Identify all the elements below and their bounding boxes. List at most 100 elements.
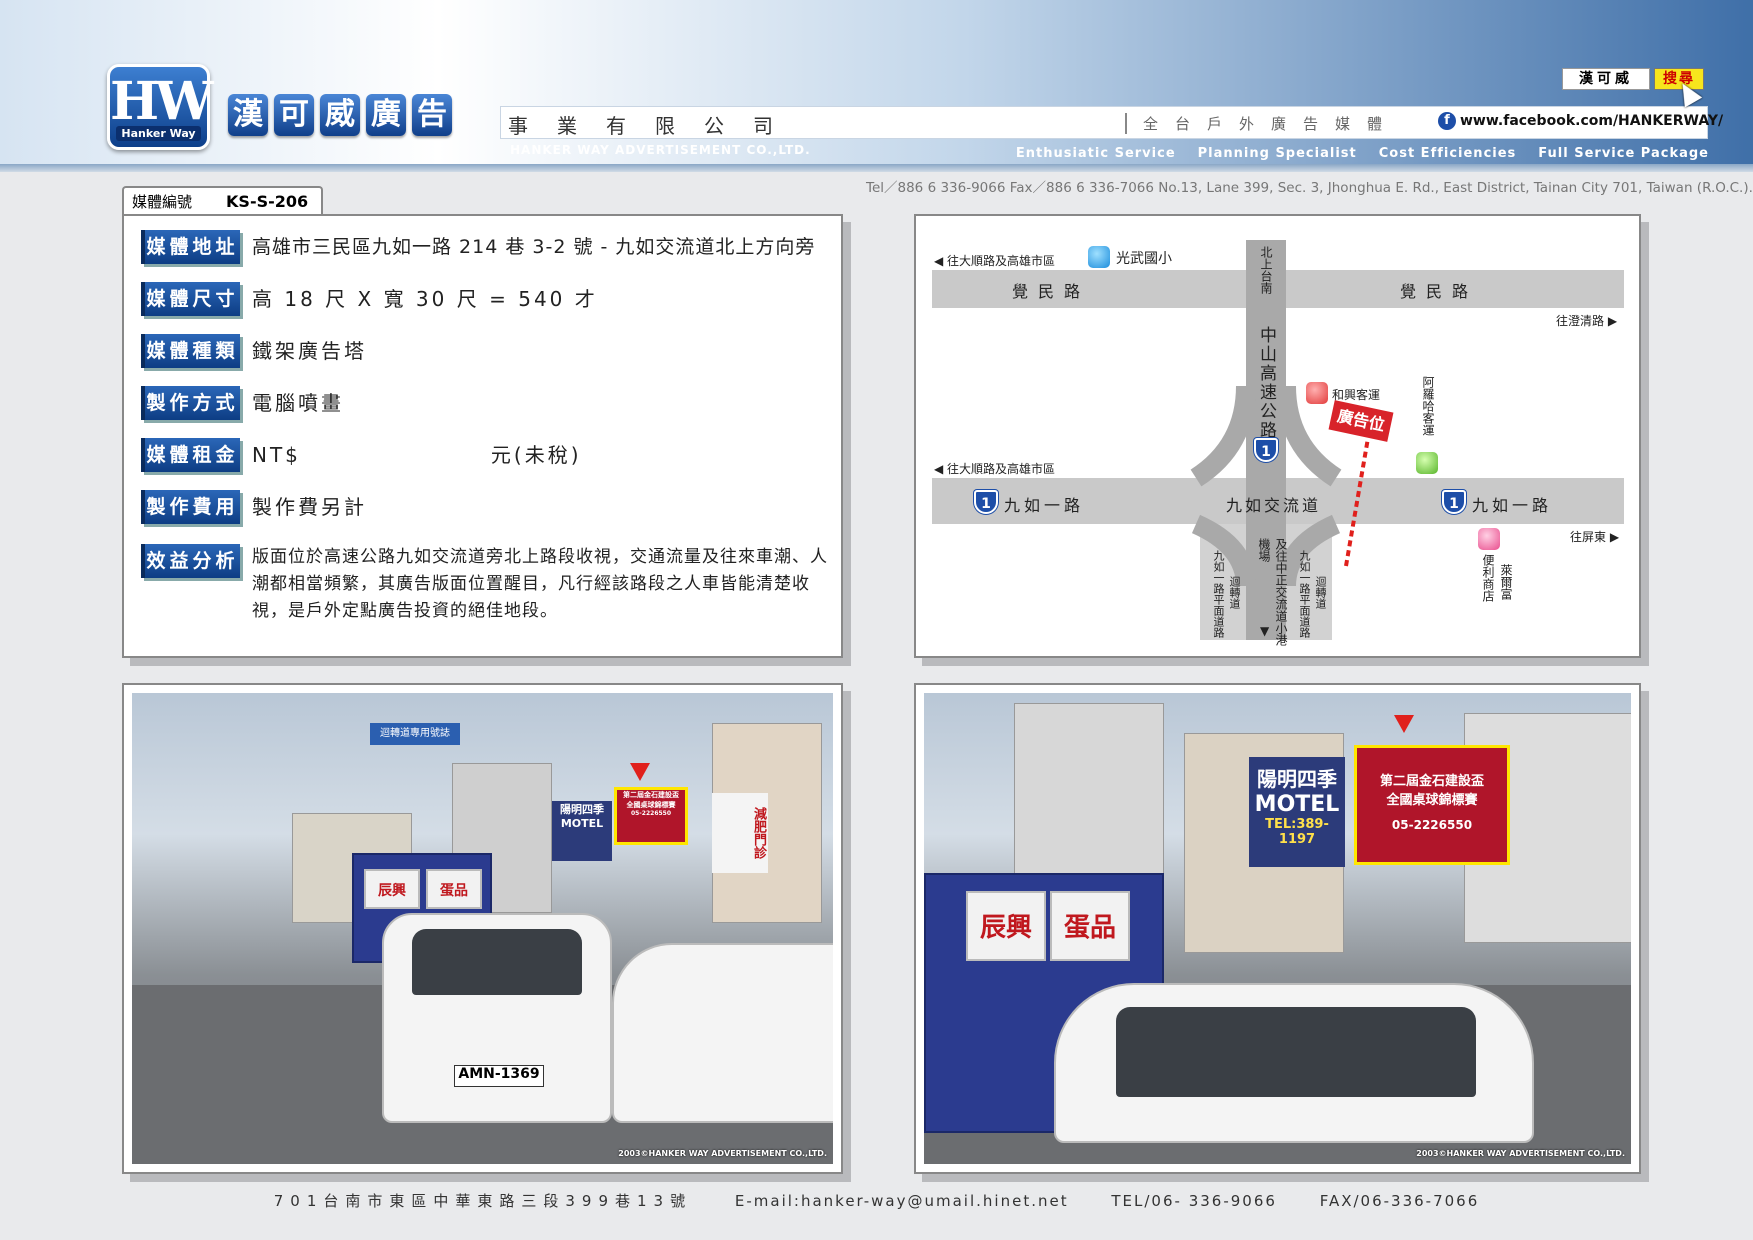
media-number: KS-S-206	[226, 191, 309, 211]
map-road-label: 覺民路	[1400, 282, 1479, 301]
info-row-address: 媒體地址 高雄市三民區九如一路 214 巷 3-2 號 - 九如交流道北上方向旁	[141, 230, 815, 264]
map-store-label: 便利商店	[1481, 554, 1495, 602]
white-suv: AMN-1369	[382, 913, 612, 1123]
rent-unit: 元(未稅)	[490, 443, 582, 467]
info-value: 製作費另計	[252, 495, 367, 519]
white-suv	[1054, 983, 1534, 1143]
footer-tel: TEL/06- 336-9066	[1111, 1192, 1277, 1210]
billboard-arrow-icon	[630, 763, 650, 781]
map-school-label: 光武國小	[1116, 251, 1172, 267]
map-ramp-label: 迴轉道	[1228, 576, 1241, 609]
rent-currency: NT$	[252, 443, 301, 467]
map-arrow-down: ▼	[1260, 624, 1270, 638]
map-arrow-label: ◀ 往大順路及高雄市區	[934, 254, 1056, 268]
billboard-arrow-icon	[1394, 715, 1414, 733]
page-footer: 701台南市東區中華東路三段399巷13號 E-mail:hanker-way@…	[0, 1190, 1753, 1211]
info-row-rent: 媒體租金 NT$ 元(未稅)	[141, 438, 582, 472]
billboard: 第二屆金石建設盃 全國桌球錦標賽 05-2226550	[614, 787, 688, 845]
map-arrow-label: 往屏東 ▶	[1570, 530, 1620, 544]
route-shield-icon: 1	[974, 490, 998, 514]
info-value: 高雄市三民區九如一路 214 巷 3-2 號 - 九如交流道北上方向旁	[252, 236, 816, 258]
info-label: 效益分析	[141, 544, 240, 578]
map-ramp-label: 九如一路平面道路	[1212, 550, 1225, 638]
route-shield-icon: 1	[1442, 490, 1466, 514]
info-row-analysis: 效益分析 版面位於高速公路九如交流道旁北上路段收視，交通流量及往來車潮、人潮都相…	[141, 544, 832, 625]
footer-email[interactable]: E-mail:hanker-way@umail.hinet.net	[735, 1192, 1069, 1210]
info-panel: 媒體地址 高雄市三民區九如一路 214 巷 3-2 號 - 九如交流道北上方向旁…	[122, 214, 843, 658]
photo-copyright: 2003©HANKER WAY ADVERTISEMENT CO.,LTD.	[1416, 1149, 1625, 1158]
info-row-type: 媒體種類 鐵架廣告塔	[141, 334, 367, 368]
info-label: 媒體地址	[141, 230, 240, 264]
motel-sign: 陽明四季 MOTEL	[552, 801, 612, 861]
footer-address: 701台南市東區中華東路三段399巷13號	[273, 1192, 693, 1210]
clinic-sign: 減肥門診	[712, 793, 768, 873]
highway-shield-icon: 1	[1254, 438, 1278, 462]
map-road-label: 覺民路	[1012, 282, 1091, 301]
brand-name: 漢 可 威 廣 告	[228, 94, 452, 136]
media-label: 全台戶外廣告媒體	[1125, 113, 1399, 134]
site-photo-wide[interactable]: 迴轉道專用號誌 陽明四季 MOTEL 第二屆金石建設盃 全國桌球錦標賽 05-22…	[132, 693, 833, 1164]
map-ramp-label: 迴轉道	[1314, 576, 1327, 609]
info-value: 版面位於高速公路九如交流道旁北上路段收視，交通流量及往來車潮、人潮都相當頻繁，其…	[252, 547, 828, 621]
company-suffix: 事業有限公司	[508, 114, 802, 138]
facebook-link[interactable]: f www.facebook.com/HANKERWAY/	[1438, 112, 1723, 130]
info-label: 製作費用	[141, 490, 240, 524]
info-value: 電腦噴畫	[252, 391, 344, 415]
map-road-label: 九如一路	[1004, 496, 1085, 515]
media-number-label: 媒體編號	[132, 192, 193, 211]
service-item: Full Service Package	[1538, 146, 1709, 161]
info-row-size: 媒體尺寸 高 18 尺 X 寬 30 尺 = 540 才	[141, 282, 598, 316]
photo-copyright: 2003©HANKER WAY ADVERTISEMENT CO.,LTD.	[618, 1149, 827, 1158]
footer-fax: FAX/06-336-7066	[1319, 1192, 1480, 1210]
logo-text: HW	[110, 71, 214, 132]
info-label: 製作方式	[141, 386, 240, 420]
info-label: 媒體租金	[141, 438, 240, 472]
info-value: 高 18 尺 X 寬 30 尺 = 540 才	[252, 287, 598, 311]
map-store-label: 萊爾富	[1499, 564, 1513, 600]
company-english-name: HANKER WAY ADVERTISEMENT CO.,LTD.	[510, 143, 811, 157]
turn-lane-sign: 迴轉道專用號誌	[370, 723, 460, 745]
billboard: 第二屆金石建設盃 全國桌球錦標賽 05-2226550	[1354, 745, 1510, 865]
search-input[interactable]: 漢可威	[1562, 68, 1650, 90]
brand-char: 可	[274, 94, 314, 136]
map-interchange-label: 九如交流道	[1226, 496, 1322, 515]
logo-subtitle: Hanker Way	[116, 126, 201, 141]
map-highway-label: 中山高速公路	[1256, 326, 1276, 440]
white-car	[612, 943, 833, 1123]
site-photo-close[interactable]: 陽明四季 MOTEL TEL:389-1197 第二屆金石建設盃 全國桌球錦標賽…	[924, 693, 1631, 1164]
facebook-icon: f	[1438, 112, 1456, 130]
map-arrow-label: 往澄清路 ▶	[1556, 314, 1618, 328]
info-row-production: 製作方式 電腦噴畫	[141, 386, 344, 420]
motel-sign: 陽明四季 MOTEL TEL:389-1197	[1249, 757, 1345, 867]
map-bus-label: 阿羅哈客運	[1421, 376, 1435, 436]
company-logo[interactable]: HW Hanker Way	[107, 64, 214, 150]
info-value: 鐵架廣告塔	[252, 339, 367, 363]
map-road-label: 九如一路	[1472, 496, 1553, 515]
building	[1014, 703, 1164, 883]
map-ramp-label: 九如一路平面道路	[1298, 550, 1311, 638]
brand-char: 廣	[366, 94, 406, 136]
contact-line: Tel／886 6 336-9066 Fax／886 6 336-7066 No…	[866, 180, 1753, 196]
page-header: HW Hanker Way 漢 可 威 廣 告 事業有限公司 全台戶外廣告媒體 …	[0, 0, 1753, 172]
bus-station-icon	[1416, 452, 1438, 474]
map-direction-label: 北上台南	[1259, 246, 1273, 294]
info-row-fee: 製作費用 製作費另計	[141, 490, 367, 524]
photo-panel-right: 陽明四季 MOTEL TEL:389-1197 第二屆金石建設盃 全國桌球錦標賽…	[914, 683, 1641, 1174]
brand-char: 漢	[228, 94, 268, 136]
bus-station-icon	[1306, 382, 1328, 404]
service-item: Enthusiatic Service	[1015, 146, 1176, 161]
info-label: 媒體尺寸	[141, 282, 240, 316]
school-icon	[1088, 246, 1110, 268]
location-map: ◀ 往大順路及高雄市區 光武國小 覺民路 覺民路 往澄清路 ▶ 北上台南 中山高…	[914, 214, 1641, 658]
photo-panel-left: 迴轉道專用號誌 陽明四季 MOTEL 第二屆金石建設盃 全國桌球錦標賽 05-22…	[122, 683, 843, 1174]
info-value: NT$ 元(未稅)	[252, 438, 582, 472]
map-bottom-label: 及往中正交流道小港機場	[1257, 538, 1288, 646]
service-item: Planning Specialist	[1197, 146, 1357, 161]
brand-char: 威	[320, 94, 360, 136]
media-number-tab: 媒體編號 KS-S-206	[122, 186, 323, 214]
map-arrow-label: ◀ 往大順路及高雄市區	[934, 462, 1056, 476]
info-label: 媒體種類	[141, 334, 240, 368]
services-list: Enthusiatic Service Planning Specialist …	[1016, 146, 1709, 161]
facebook-url: www.facebook.com/HANKERWAY/	[1460, 113, 1724, 129]
brand-char: 告	[412, 94, 452, 136]
